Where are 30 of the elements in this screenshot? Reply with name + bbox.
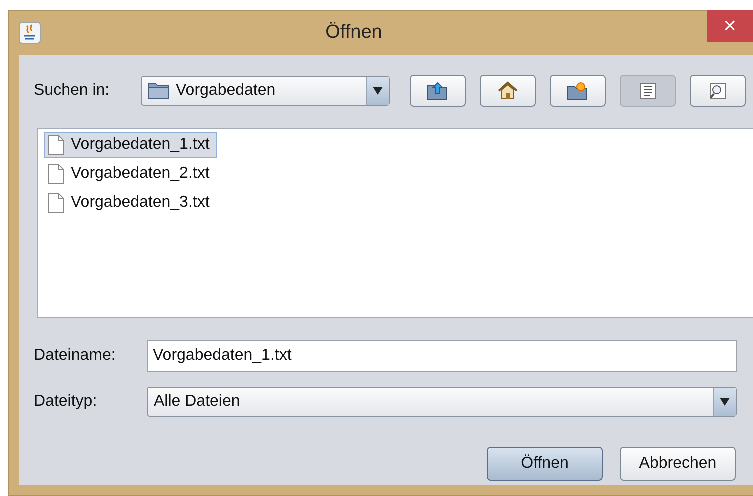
close-button[interactable]: × — [707, 10, 753, 42]
new-folder-button[interactable] — [550, 75, 606, 107]
app-icon — [19, 22, 41, 44]
file-name-label: Dateiname: — [34, 347, 117, 365]
list-view-button[interactable] — [620, 75, 676, 107]
list-view-icon — [639, 82, 657, 100]
file-item[interactable]: Vorgabedaten_1.txt — [44, 132, 217, 158]
up-folder-button[interactable] — [410, 75, 466, 107]
details-view-button[interactable] — [690, 75, 746, 107]
file-type-dropdown[interactable]: Alle Dateien — [147, 387, 737, 417]
file-icon — [47, 192, 65, 214]
new-folder-icon — [567, 81, 589, 101]
look-in-dropdown[interactable]: Vorgabedaten — [141, 76, 390, 106]
file-type-label: Dateityp: — [34, 393, 98, 411]
dropdown-arrow-icon — [720, 398, 730, 406]
home-button[interactable] — [480, 75, 536, 107]
window-title: Öffnen — [324, 22, 384, 44]
folder-up-icon — [427, 81, 449, 101]
file-icon — [47, 134, 65, 156]
details-view-icon — [708, 82, 728, 100]
dropdown-arrow-icon — [373, 87, 383, 95]
home-icon — [497, 81, 519, 101]
look-in-label: Suchen in: — [34, 82, 111, 100]
file-name-field[interactable]: Vorgabedaten_1.txt — [147, 340, 737, 372]
file-item[interactable]: Vorgabedaten_3.txt — [44, 190, 217, 216]
file-item[interactable]: Vorgabedaten_2.txt — [44, 161, 217, 187]
cancel-button[interactable]: Abbrechen — [620, 447, 736, 481]
open-button[interactable]: Öffnen — [487, 447, 603, 481]
folder-icon — [148, 82, 170, 100]
file-icon — [47, 163, 65, 185]
